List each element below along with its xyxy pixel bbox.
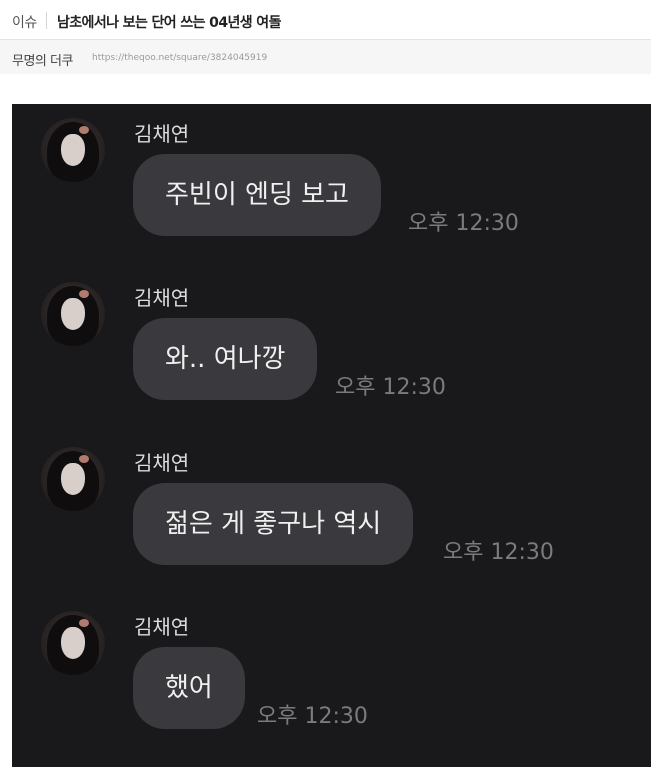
category-label[interactable]: 이슈 xyxy=(12,12,37,32)
avatar xyxy=(41,118,105,182)
message-bubble: 주빈이 엔딩 보고 xyxy=(133,154,381,236)
avatar xyxy=(41,447,105,511)
message-time: 오후 12:30 xyxy=(408,211,519,236)
message-time: 오후 12:30 xyxy=(257,704,368,729)
chat-message: 김채연 와.. 여나깡 오후 12:30 xyxy=(12,268,651,428)
author-name: 무명의 더쿠 xyxy=(12,54,73,69)
post-title: 남초에서나 보는 단어 쓰는 04년생 여돌 xyxy=(57,15,281,31)
chat-message: 김채연 주빈이 엔딩 보고 오후 12:30 xyxy=(12,104,651,264)
post-meta-bar: 무명의 더쿠 https://theqoo.net/square/3824045… xyxy=(0,40,651,74)
sender-name: 김채연 xyxy=(134,286,190,310)
message-time: 오후 12:30 xyxy=(335,375,446,400)
chat-message: 김채연 했어 오후 12:30 xyxy=(12,597,651,757)
post-header: 이슈 남초에서나 보는 단어 쓰는 04년생 여돌 xyxy=(0,0,651,40)
chat-message: 김채연 젊은 게 좋구나 역시 오후 12:30 xyxy=(12,433,651,593)
sender-name: 김채연 xyxy=(134,451,190,475)
chat-screenshot: 김채연 주빈이 엔딩 보고 오후 12:30 김채연 와.. 여나깡 오후 12… xyxy=(12,104,651,767)
avatar xyxy=(41,282,105,346)
header-divider xyxy=(46,12,47,29)
message-time: 오후 12:30 xyxy=(443,540,554,565)
message-bubble: 와.. 여나깡 xyxy=(133,318,318,400)
post-url-link[interactable]: https://theqoo.net/square/3824045919 xyxy=(92,53,267,63)
sender-name: 김채연 xyxy=(134,615,190,639)
message-bubble: 했어 xyxy=(133,647,245,729)
sender-name: 김채연 xyxy=(134,122,190,146)
message-bubble: 젊은 게 좋구나 역시 xyxy=(133,483,414,565)
avatar xyxy=(41,611,105,675)
